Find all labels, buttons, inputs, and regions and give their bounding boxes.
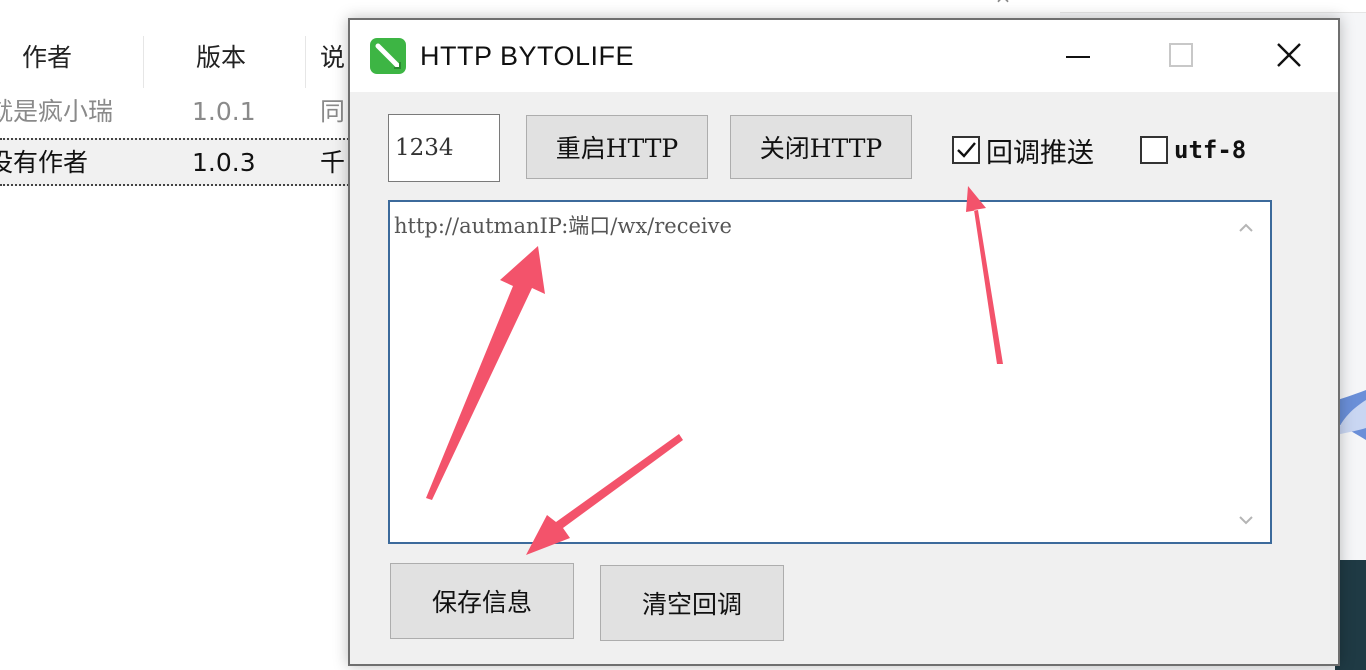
callback-url-text: http://autmanIP:端口/wx/receive <box>394 214 732 238</box>
maximize-button[interactable] <box>1130 20 1230 92</box>
utf8-label: utf-8 <box>1174 136 1247 164</box>
column-separator <box>305 36 306 88</box>
background-table-header: 作者 版本 说 <box>0 28 360 88</box>
table-row-selected[interactable]: 没有作者 1.0.3 千 <box>0 138 360 186</box>
green-pen-icon <box>370 38 406 74</box>
http-dialog: HTTP BYTOLIFE 重启HTTP 关闭HTTP 回调推送 <box>348 18 1340 666</box>
column-separator <box>143 36 144 88</box>
port-input[interactable] <box>388 114 500 182</box>
callback-url-textarea[interactable]: http://autmanIP:端口/wx/receive <box>388 200 1272 544</box>
scroll-down-icon[interactable] <box>1236 510 1256 530</box>
row-author: 没有作者 <box>0 148 89 177</box>
checkbox-box[interactable] <box>952 136 980 164</box>
checkbox-box[interactable] <box>1140 136 1168 164</box>
background-close-icon[interactable]: × <box>988 0 1018 6</box>
save-info-button[interactable]: 保存信息 <box>390 563 574 639</box>
column-header-author[interactable]: 作者 <box>22 28 72 88</box>
clear-callback-button[interactable]: 清空回调 <box>600 565 784 641</box>
callback-push-checkbox[interactable]: 回调推送 <box>952 130 1094 170</box>
close-button[interactable] <box>1238 20 1338 92</box>
restart-http-button[interactable]: 重启HTTP <box>526 115 708 179</box>
row-author: 就是疯小瑞 <box>0 97 114 126</box>
background-card-edge <box>1060 0 1366 13</box>
utf8-checkbox[interactable]: utf-8 <box>1140 130 1246 170</box>
row-description: 千 <box>320 148 346 177</box>
callback-push-label: 回调推送 <box>986 137 1094 169</box>
row-version: 1.0.1 <box>192 97 256 126</box>
column-header-description[interactable]: 说 <box>320 28 345 88</box>
row-description: 同 <box>320 97 346 126</box>
window-title: HTTP BYTOLIFE <box>420 41 635 71</box>
close-http-button[interactable]: 关闭HTTP <box>730 115 912 179</box>
checkmark-icon <box>957 142 976 158</box>
scroll-up-icon[interactable] <box>1236 218 1256 238</box>
maximize-icon <box>1169 43 1193 67</box>
row-version: 1.0.3 <box>192 148 256 177</box>
table-row[interactable]: 就是疯小瑞 1.0.1 同 <box>0 89 360 135</box>
column-header-version[interactable]: 版本 <box>196 28 246 88</box>
minimize-icon <box>1066 56 1090 58</box>
close-icon <box>1277 43 1301 67</box>
title-bar[interactable]: HTTP BYTOLIFE <box>350 20 1338 92</box>
minimize-button[interactable] <box>1026 20 1126 92</box>
